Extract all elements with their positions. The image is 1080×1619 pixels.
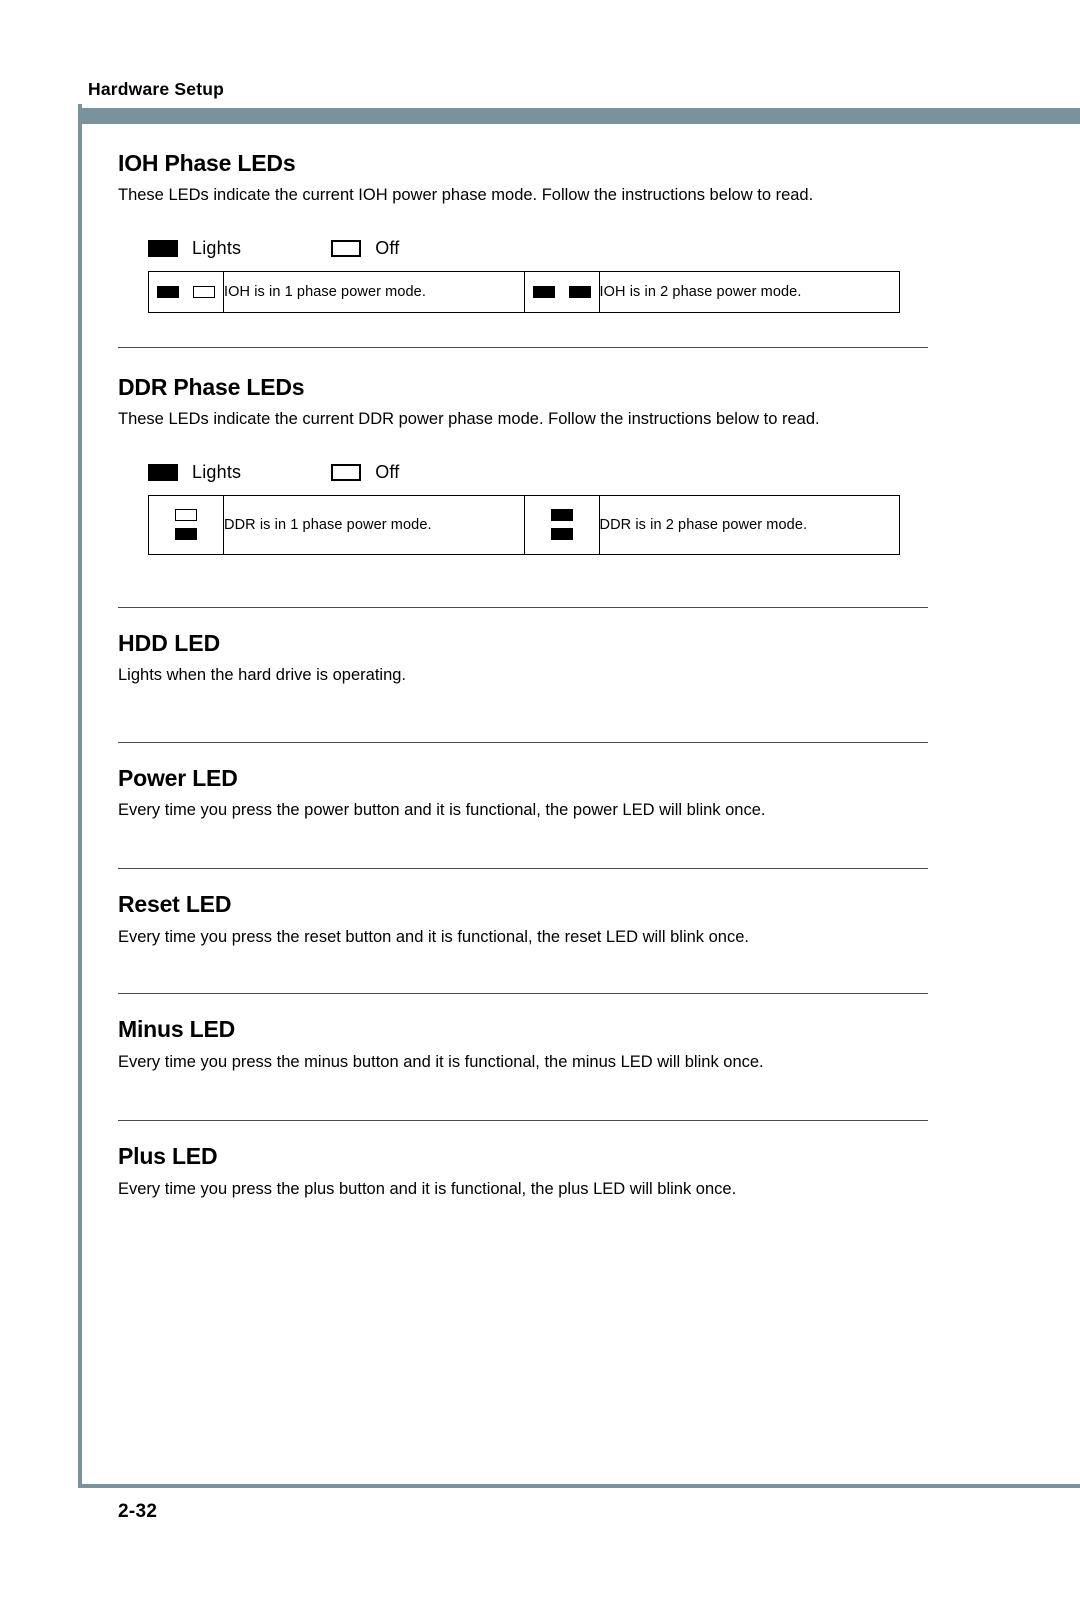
outlined-square-icon <box>331 239 362 257</box>
section-divider <box>118 868 928 870</box>
outlined-square-icon <box>175 509 197 522</box>
section-body: Every time you press the reset button an… <box>118 927 749 946</box>
content-column: IOH Phase LEDs These LEDs indicate the c… <box>118 150 928 1201</box>
table-row: DDR is in 1 phase power mode. DDR is in … <box>148 494 900 555</box>
legend-off: Off <box>331 462 399 483</box>
led-legend: Lights Off <box>148 462 928 483</box>
section-body: Every time you press the minus button an… <box>118 1052 764 1071</box>
page-frame-bottom-rail <box>78 1484 1080 1488</box>
section-divider <box>118 1120 928 1122</box>
section-divider <box>118 993 928 995</box>
table-row: IOH is in 1 phase power mode. IOH is in … <box>148 270 900 313</box>
section-heading: Minus LED <box>118 1016 236 1043</box>
ddr-mode2-text: DDR is in 2 phase power mode. <box>598 494 900 555</box>
section-divider <box>118 346 928 348</box>
filled-square-icon <box>532 285 555 298</box>
page-number: 2-32 <box>118 1501 158 1522</box>
ioh-mode2-leds <box>523 270 600 313</box>
section-divider <box>118 741 928 743</box>
ddr-phase-table: DDR is in 1 phase power mode. DDR is in … <box>148 494 900 555</box>
ioh-mode1-leds <box>148 270 224 313</box>
section-heading: Power LED <box>118 764 238 791</box>
section-ioh-phase-leds: IOH Phase LEDs These LEDs indicate the c… <box>118 150 928 313</box>
ioh-mode2-text: IOH is in 2 phase power mode. <box>598 270 900 313</box>
section-body: These LEDs indicate the current IOH powe… <box>118 186 814 205</box>
page-frame-left-rail <box>78 104 82 1488</box>
legend-lights: Lights <box>148 238 241 259</box>
section-heading: IOH Phase LEDs <box>118 150 296 176</box>
section-heading: DDR Phase LEDs <box>118 373 305 400</box>
outlined-square-icon <box>193 285 215 298</box>
legend-off-label: Off <box>375 461 400 482</box>
ddr-mode2-leds <box>523 494 600 555</box>
section-body: Every time you press the power button an… <box>118 801 766 820</box>
section-power-led: Power LED Every time you press the power… <box>118 741 928 823</box>
section-hdd-led: HDD LED Lights when the hard drive is op… <box>118 606 928 688</box>
filled-square-icon <box>550 509 573 522</box>
filled-square-icon <box>157 285 179 298</box>
section-body: Lights when the hard drive is operating. <box>118 666 407 685</box>
legend-lights-label: Lights <box>192 461 242 482</box>
section-divider <box>118 606 928 608</box>
legend-lights-label: Lights <box>192 237 242 258</box>
section-minus-led: Minus LED Every time you press the minus… <box>118 993 928 1074</box>
section-heading: Reset LED <box>118 891 232 918</box>
filled-square-icon <box>148 239 178 257</box>
legend-lights: Lights <box>148 462 241 483</box>
legend-off-label: Off <box>375 237 400 258</box>
filled-square-icon <box>568 285 591 298</box>
ioh-phase-table: IOH is in 1 phase power mode. IOH is in … <box>148 270 900 313</box>
led-legend: Lights Off <box>148 238 928 259</box>
ioh-mode1-text: IOH is in 1 phase power mode. <box>223 270 525 313</box>
filled-square-icon <box>550 528 573 541</box>
ddr-mode1-leds <box>148 494 224 555</box>
section-body: Every time you press the plus button and… <box>118 1179 737 1198</box>
section-reset-led: Reset LED Every time you press the reset… <box>118 868 928 949</box>
section-heading: Plus LED <box>118 1143 218 1170</box>
filled-square-icon <box>148 463 178 481</box>
accent-top-bar <box>78 108 1080 124</box>
running-header: Hardware Setup <box>88 79 225 99</box>
outlined-square-icon <box>331 463 362 481</box>
section-body: These LEDs indicate the current DDR powe… <box>118 410 820 429</box>
ddr-mode1-text: DDR is in 1 phase power mode. <box>223 494 525 555</box>
legend-off: Off <box>331 238 399 259</box>
section-ddr-phase-leds: DDR Phase LEDs These LEDs indicate the c… <box>118 346 928 555</box>
section-plus-led: Plus LED Every time you press the plus b… <box>118 1120 928 1201</box>
section-heading: HDD LED <box>118 629 221 656</box>
filled-square-icon <box>175 528 197 541</box>
document-page: Hardware Setup IOH Phase LEDs These LEDs… <box>0 0 1080 1619</box>
